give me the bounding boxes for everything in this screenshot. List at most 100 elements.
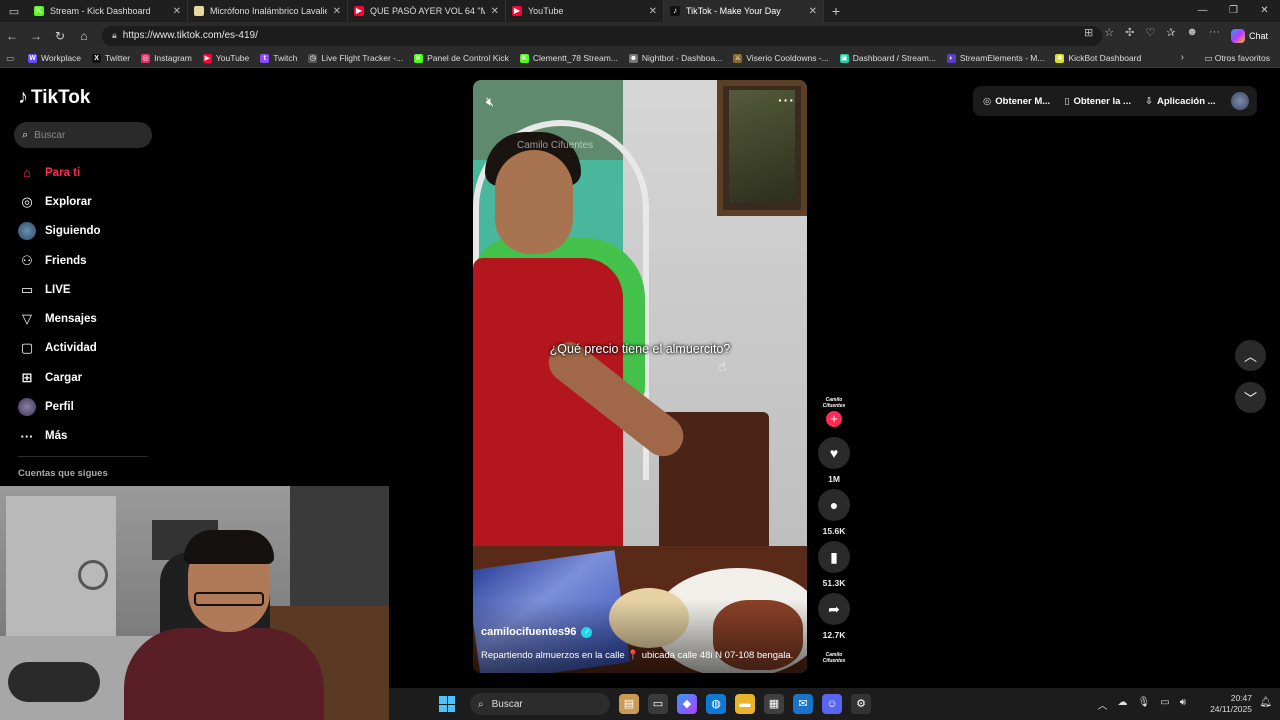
close-tab-icon[interactable]: ✕ [491,6,499,17]
reload-icon[interactable]: ↻ [48,29,72,43]
video-author[interactable]: camilocifuentes96 ✓ [481,626,593,638]
sidebar-item-actividad[interactable]: ▢ Actividad [18,334,101,363]
top-action-button[interactable]: ⇩ Aplicación ... [1145,96,1216,107]
mic-icon[interactable]: 🎙︎ [1138,697,1151,712]
collections-icon[interactable]: ▭ [6,53,14,64]
bookmark-item[interactable]: ✱ KickBot Dashboard [1055,53,1141,63]
bookmark-item[interactable]: ▶ YouTube [202,53,249,63]
copilot-app-icon[interactable]: ◆ [677,694,697,714]
comment-button[interactable]: ● [818,489,850,521]
sidebar-item-cargar[interactable]: ⊞ Cargar [18,363,101,392]
restore-icon[interactable]: ❐ [1218,0,1249,22]
share-button[interactable]: ➦ [818,593,850,625]
favorite-star-icon[interactable]: ☆ [1104,26,1114,39]
discord-icon[interactable]: ☺ [822,694,842,714]
sound-disc-icon[interactable]: Camilo Cifuentes [821,648,847,668]
url-field[interactable]: 🔒︎ https://www.tiktok.com/es-419/ [102,25,1102,46]
bookmark-item[interactable]: ◷ Live Flight Tracker -... [308,53,403,63]
search-input[interactable]: ⌕ Buscar [14,122,152,148]
previous-video-button[interactable]: ︿ [1235,340,1266,371]
profile-icon[interactable]: ☻ [1186,26,1198,39]
back-icon[interactable]: ← [0,29,24,43]
bookmark-item[interactable]: t Twitch [260,53,297,63]
chevron-right-icon[interactable]: › [1181,52,1184,63]
minimize-icon[interactable]: — [1187,0,1218,22]
edge-icon[interactable]: ◍ [706,694,726,714]
bookmark-item[interactable]: K Panel de Control Kick [414,53,509,63]
profile-avatar [18,398,36,417]
mute-icon[interactable]: 🔇︎ [486,94,494,110]
split-screen-icon[interactable]: ⊞ [1084,26,1093,39]
sidebar-item-para-ti[interactable]: ⌂ Para ti [18,158,101,187]
task-view-icon[interactable]: ▭ [648,694,668,714]
other-favorites[interactable]: ▭ Otros favoritos [1204,53,1270,64]
tab-title: YouTube [528,6,564,16]
browser-tab[interactable]: Micrófono Inalámbrico Lavalier H ✕ [188,0,348,22]
copilot-chat-button[interactable]: Chat [1225,26,1274,45]
extensions-icon[interactable]: ✣ [1125,26,1134,39]
close-tab-icon[interactable]: ✕ [173,6,181,17]
bookmark-item[interactable]: W Workplace [28,53,81,63]
like-button[interactable]: ♥ [818,437,850,469]
bookmark-icon: ▶ [202,53,212,63]
settings-more-icon[interactable]: ··· [1209,26,1220,39]
close-tab-icon[interactable]: ✕ [649,6,657,17]
upload-icon: ⊞ [21,369,33,385]
volume-icon[interactable]: 🔊︎ [1180,697,1186,712]
sidebar-item-label: Para ti [45,166,81,179]
widgets-icon[interactable]: ▤ [619,694,639,714]
video-player[interactable]: 🔇︎ ··· Camilo Cifuentes ¿Qué precio tien… [473,80,807,673]
forward-icon[interactable]: → [24,29,48,43]
sidebar-item-perfil[interactable]: Perfil [18,392,101,421]
home-browser-icon[interactable]: ⌂ [72,29,96,43]
taskbar-search[interactable]: ⌕ Buscar [470,693,610,715]
lock-icon: 🔒︎ [112,30,117,40]
bookmark-item[interactable]: ▣ Dashboard / Stream... [839,53,936,63]
user-avatar[interactable] [1231,92,1249,110]
new-tab-button[interactable]: + [824,3,848,19]
sidebar-item-más[interactable]: ··· Más [18,422,101,451]
file-explorer-icon[interactable]: ▬ [735,694,755,714]
onedrive-icon[interactable]: ☁ [1118,697,1128,712]
performance-icon[interactable]: ♡ [1145,26,1155,39]
sidebar-item-mensajes[interactable]: ▽ Mensajes [18,304,101,333]
next-video-button[interactable]: ﹀ [1235,382,1266,413]
taskbar-clock[interactable]: 20:47 24/11/2025 [1210,693,1252,715]
browser-tab[interactable]: K Stream - Kick Dashboard ✕ [28,0,188,22]
save-button[interactable]: ▮ [818,541,850,573]
system-tray: ︿ ☁ 🎙︎ ▭ 🔊︎ [1098,697,1186,712]
sidebar-item-friends[interactable]: ⚇ Friends [18,246,101,275]
follow-plus-button[interactable]: + [826,411,842,427]
mail-icon[interactable]: ✉ [793,694,813,714]
bookmark-item[interactable]: ◎ Instagram [141,53,192,63]
sidebar-item-siguiendo[interactable]: Siguiendo [18,217,101,246]
sidebar-item-explorar[interactable]: ◎ Explorar [18,187,101,216]
close-tab-icon[interactable]: ✕ [809,6,817,17]
bookmark-item[interactable]: X Twitter [92,53,130,63]
browser-tab[interactable]: ♪ TikTok - Make Your Day ✕ [664,0,824,22]
top-action-button[interactable]: ◎ Obtener M... [983,96,1050,107]
tiktok-logo[interactable]: ♪ TikTok [18,86,90,109]
network-icon[interactable]: ▭ [1160,697,1169,712]
favorites-icon[interactable]: ✰ [1166,26,1175,39]
bookmark-item[interactable]: ☻ Nightbot - Dashboa... [628,53,722,63]
bookmark-item[interactable]: ◐ StreamElements - M... [946,53,1044,63]
bookmark-label: Panel de Control Kick [427,53,509,63]
video-more-icon[interactable]: ··· [778,92,795,108]
sidebar-item-live[interactable]: ▭ LIVE [18,275,101,304]
tray-chevron-icon[interactable]: ︿ [1098,697,1108,712]
start-button[interactable] [439,696,455,712]
close-tab-icon[interactable]: ✕ [333,6,341,17]
browser-tab[interactable]: ▶ QUE PASÓ AYER VOL 64 "MIX SA ✕ [348,0,506,22]
bookmark-item[interactable]: K Clementt_78 Stream... [519,53,618,63]
tab-title: Stream - Kick Dashboard [50,6,151,16]
bookmark-item[interactable]: ⚔ Viserio Cooldowns -... [733,53,829,63]
store-icon[interactable]: ▦ [764,694,784,714]
close-window-icon[interactable]: ✕ [1249,0,1280,22]
search-icon: ⌕ [22,128,29,141]
browser-tab[interactable]: ▶ YouTube ✕ [506,0,664,22]
top-action-button[interactable]: ▯ Obtener la ... [1064,96,1131,107]
notification-bell-icon[interactable]: 🔔︎ [1259,697,1272,708]
tab-actions-icon[interactable]: ▭ [0,0,28,22]
app-badge-icon[interactable]: ⚙ [851,694,871,714]
